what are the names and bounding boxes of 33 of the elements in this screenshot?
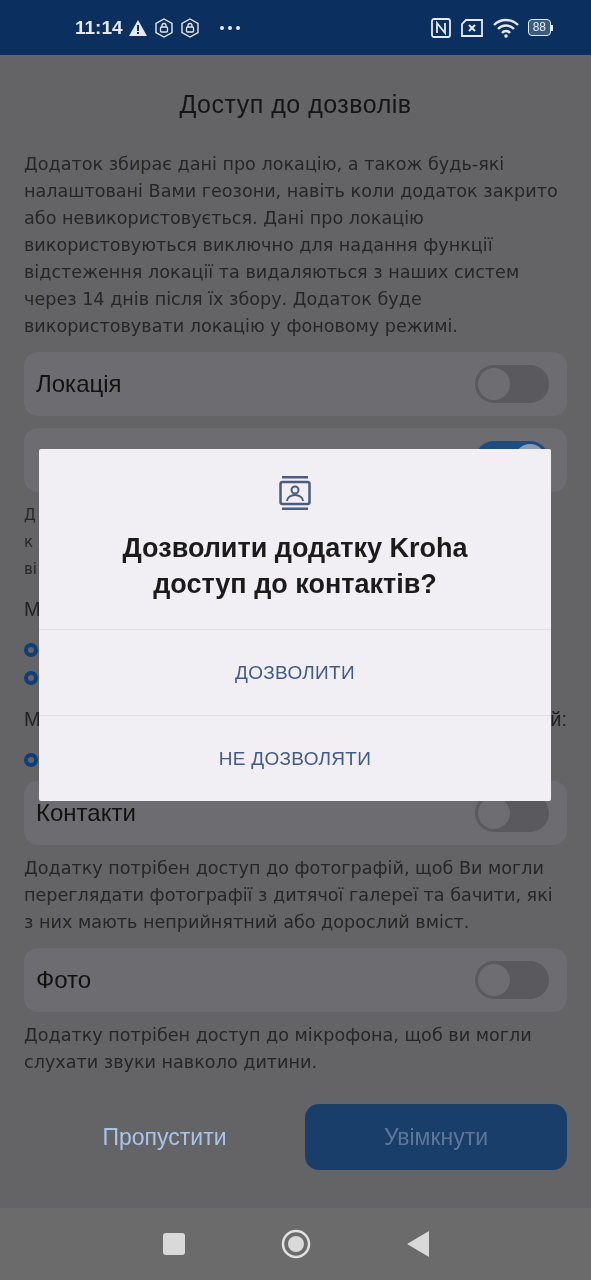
page-title: Доступ до дозволів <box>178 90 413 119</box>
skip-button[interactable]: Пропустити <box>24 1109 305 1165</box>
sim-off-icon <box>459 18 484 37</box>
setting-label: Локація <box>36 370 122 398</box>
lock-icon <box>180 17 199 38</box>
back-icon[interactable] <box>406 1231 429 1257</box>
recents-icon[interactable] <box>162 1233 185 1255</box>
setting-label: Фото <box>36 966 92 994</box>
description-text: Д <box>24 506 36 524</box>
description-text: ві <box>24 560 37 578</box>
description-text: к <box>24 533 34 551</box>
setting-label: Контакти <box>36 799 136 827</box>
battery-level: 88 <box>527 19 551 36</box>
description-text: Додатку потрібен доступ до фотографій, щоб Ви могли переглядати фотографії з дитячої галереї та бачити, які з них мають неприйнятний або дорослий вміст. <box>24 857 554 934</box>
nfc-icon <box>430 17 451 38</box>
dialog-title: Дозволити додатку Kroha доступ до контактів? <box>121 532 469 601</box>
warning-icon <box>128 19 147 36</box>
radio-button[interactable] <box>24 671 38 685</box>
radio-button[interactable] <box>24 643 38 657</box>
description-text: Додатку потрібен доступ до мікрофона, щоб ви могли слухати звуки навколо дитини. <box>24 1024 533 1074</box>
dialog-button[interactable]: ДОЗВОЛИТИ <box>39 629 551 715</box>
lock-icon <box>154 17 173 38</box>
section-heading: й: <box>550 707 567 731</box>
description-text: Додаток збирає дані про локацію, а також будь-які налаштовані Вами геозони, навіть коли додаток закрито або невикористовується. Дані про локацію використовуються виключно для надання функції відстеження локації та видаляються з наших систем через 14 днів після їх збору. Додаток буде використовувати локацію у фоновому режимі. <box>24 153 559 338</box>
home-icon[interactable] <box>280 1229 311 1259</box>
status-time: 11:14 <box>75 16 123 39</box>
radio-button[interactable] <box>24 753 38 767</box>
contacts-icon <box>279 476 311 510</box>
section-heading: М <box>24 597 41 621</box>
section-heading: М <box>24 707 41 731</box>
wifi-icon <box>492 17 519 38</box>
dialog-button[interactable]: НЕ ДОЗВОЛЯТИ <box>39 715 551 801</box>
more-icon <box>218 24 241 31</box>
